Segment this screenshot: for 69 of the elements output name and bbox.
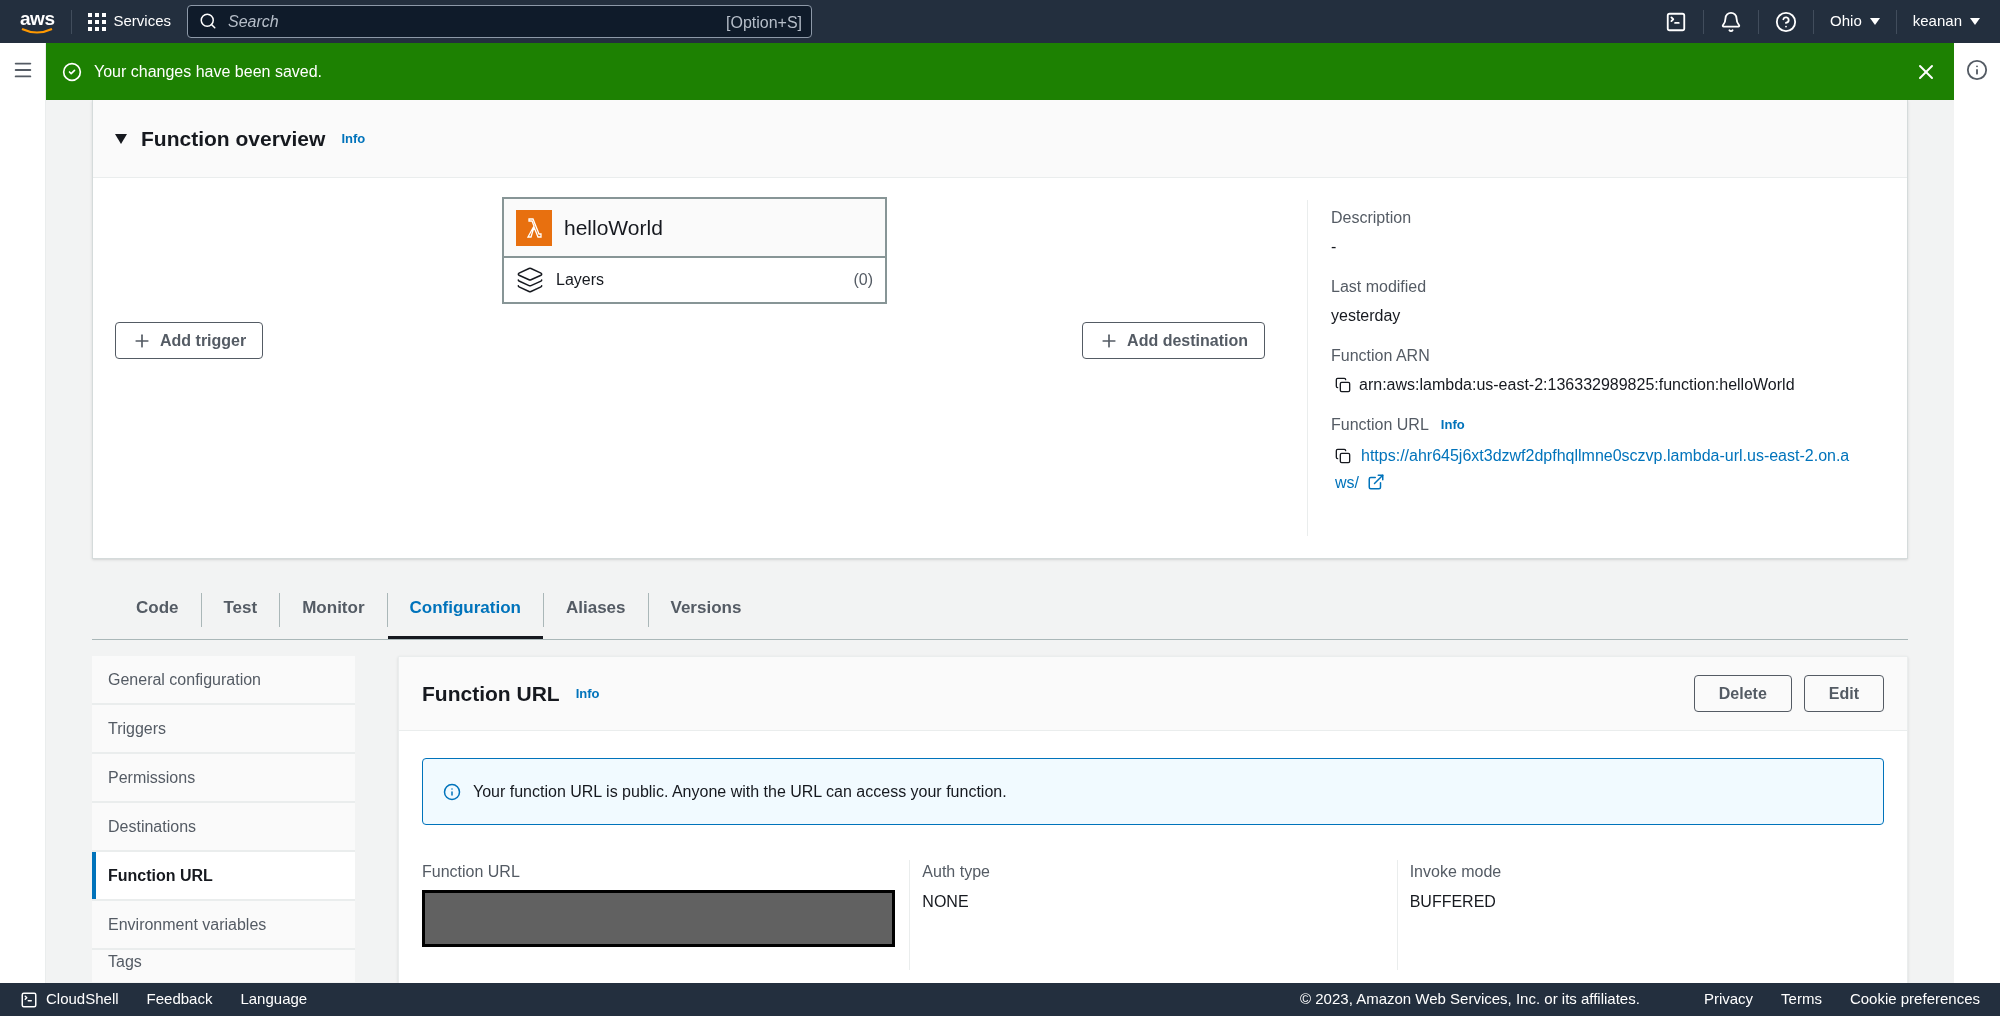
terminal-icon[interactable] (1665, 10, 1688, 33)
alert-message: Your function URL is public. Anyone with the URL can access your function. (473, 781, 1007, 802)
copy-icon[interactable] (1335, 377, 1351, 393)
logo[interactable]: aws (20, 8, 55, 35)
tab[interactable]: Versions (648, 580, 764, 639)
detail-value: yesterday (1331, 306, 1402, 326)
tab[interactable]: Test (201, 580, 280, 639)
side-nav-item[interactable]: General configuration (92, 656, 355, 703)
layers-label: Layers (556, 270, 606, 290)
detail-label: Function ARN (1331, 346, 1430, 366)
grid-icon (87, 12, 106, 31)
info-icon[interactable] (1966, 59, 1988, 81)
panel-button[interactable]: Edit (1803, 675, 1884, 712)
detail-value: - (1331, 237, 1338, 257)
banner-message: Your changes have been saved. (94, 61, 323, 82)
account-menu[interactable]: keanan (1912, 10, 1980, 33)
layers-icon (516, 266, 544, 294)
function-node[interactable]: helloWorld Layers (0) (502, 197, 887, 304)
footer-link[interactable]: Privacy (1703, 988, 1754, 1011)
services-menu[interactable]: Services (87, 10, 172, 33)
info-link[interactable]: Info (1440, 415, 1465, 435)
detail-label: Function URL (1331, 415, 1429, 435)
check-circle-icon (62, 61, 82, 82)
function-url-link[interactable]: https://ahr645j6xt3dzwf2dpfhqllmne0sczvp.lambda-url.us-east-2.on.aws/ (1335, 442, 1851, 496)
section-title: Function overview (141, 125, 326, 152)
footer-link[interactable]: Terms (1781, 988, 1822, 1011)
detail-label: Description (1331, 208, 1412, 228)
info-link[interactable]: Info (575, 683, 600, 704)
side-nav-item[interactable]: Environment variables (92, 901, 355, 948)
field-label: Auth type (922, 862, 991, 882)
tab[interactable]: Configuration (387, 580, 543, 639)
side-nav-item[interactable]: Tags (92, 950, 355, 982)
add-trigger-button[interactable]: Add trigger (115, 322, 264, 359)
side-nav-item[interactable]: Permissions (92, 754, 355, 801)
footer-link[interactable]: Feedback (146, 988, 213, 1011)
lambda-icon (516, 209, 552, 246)
tab[interactable]: Monitor (280, 580, 387, 639)
add-destination-button[interactable]: Add destination (1082, 322, 1265, 359)
function-arn: arn:aws:lambda:us-east-2:136332989825:function:helloWorld (1359, 375, 1795, 395)
function-name: helloWorld (564, 214, 663, 241)
region-menu[interactable]: Ohio (1830, 10, 1880, 33)
cloudshell-button[interactable]: CloudShell (20, 988, 119, 1011)
side-nav-item[interactable]: Triggers (92, 705, 355, 752)
info-icon (443, 782, 461, 801)
field-label: Function URL (422, 862, 521, 882)
field-label: Invoke mode (1409, 862, 1503, 882)
shortcut-hint: [Option+S] (726, 13, 803, 33)
panel-button[interactable]: Delete (1693, 675, 1792, 712)
field-value: BUFFERED (1409, 892, 1497, 912)
detail-label: Last modified (1331, 277, 1427, 297)
caret-icon (1869, 18, 1880, 25)
footer-link[interactable]: Language (240, 988, 308, 1011)
side-nav-item[interactable]: Function URL (92, 852, 355, 899)
caret-icon (1970, 18, 1980, 25)
help-icon[interactable] (1775, 10, 1798, 33)
tab[interactable]: Code (114, 580, 201, 639)
copy-icon[interactable] (1335, 448, 1351, 464)
copyright: © 2023, Amazon Web Services, Inc. or its affiliates. (1300, 989, 1640, 1010)
notifications-icon[interactable] (1720, 10, 1743, 33)
search-icon (199, 12, 218, 30)
terminal-icon (20, 990, 38, 1009)
panel-title: Function URL (422, 680, 560, 707)
info-link[interactable]: Info (341, 128, 366, 149)
field-value: NONE (922, 892, 970, 912)
side-nav-item[interactable]: Destinations (92, 803, 355, 850)
external-link-icon (1367, 473, 1385, 491)
footer-link[interactable]: Cookie preferences (1849, 988, 1980, 1011)
tab[interactable]: Aliases (543, 580, 648, 639)
layers-count: (0) (853, 270, 873, 290)
